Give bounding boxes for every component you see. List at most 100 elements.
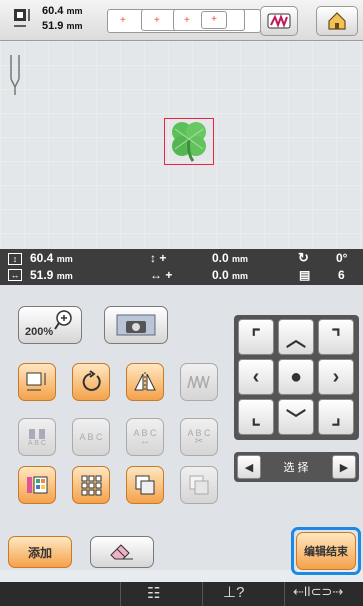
chevron-up-icon: ︿: [286, 328, 306, 351]
stitch-list-button[interactable]: ☷: [120, 582, 201, 606]
design-height-number: 51.9: [42, 20, 64, 32]
move-down-button[interactable]: ﹀: [278, 399, 314, 435]
rotate-button[interactable]: [72, 363, 110, 401]
mirror-flip-icon: [134, 372, 156, 392]
thread-count-icon: ▤: [299, 268, 311, 282]
triangle-right-icon: ▶: [339, 461, 349, 474]
design-info-bar: ↕ 60.4 mm ↔ 51.9 mm ↕ + 0.0 mm ↔ + 0.0 m…: [0, 249, 363, 285]
move-left-button[interactable]: ‹: [238, 359, 274, 395]
move-down-right-button[interactable]: ⌟: [318, 399, 354, 435]
vertical-offset-icon: ↕ +: [150, 251, 167, 265]
move-down-left-button[interactable]: ⌞: [238, 399, 274, 435]
color-palette-icon: [27, 476, 48, 494]
density-button: [180, 363, 218, 401]
array-button[interactable]: [72, 466, 110, 504]
chevron-left-icon: ‹: [252, 365, 260, 388]
triangle-left-icon: ◀: [244, 461, 254, 474]
needle-position-icon: [10, 55, 20, 95]
center-button[interactable]: ●: [278, 359, 314, 395]
spacing-arrow-icon: ↔: [140, 436, 150, 447]
scissors-icon: ✂: [194, 436, 204, 447]
embroidery-preview-area[interactable]: [0, 41, 363, 249]
end-edit-button[interactable]: 编辑结束: [296, 532, 356, 570]
move-up-button[interactable]: ︿: [278, 319, 314, 355]
move-right-button[interactable]: ›: [318, 359, 354, 395]
height-icon: ↕: [8, 253, 22, 265]
chevron-right-icon: ›: [332, 365, 340, 388]
design-width-unit: mm: [66, 6, 83, 16]
height-number: 60.4: [30, 251, 54, 265]
camera-scan-icon: [116, 314, 156, 336]
move-up-right-button[interactable]: ⌝: [318, 319, 354, 355]
frame-small-plus: +: [184, 15, 190, 26]
zoom-label: 200%: [25, 326, 54, 338]
frame-large-plus: +: [120, 15, 126, 26]
top-bar: 60.4 mm 51.9 mm + + + +: [0, 0, 363, 41]
embroidery-frame-selector[interactable]: + + + +: [107, 9, 261, 33]
thread-palette-button[interactable]: [18, 466, 56, 504]
chevron-down-icon: ﹀: [286, 408, 306, 431]
horizontal-offset-sign: +: [165, 268, 173, 282]
design-bounding-box[interactable]: [164, 118, 214, 165]
corner-down-left-icon: ⌞: [251, 406, 261, 429]
end-edit-label: 编辑结束: [304, 546, 348, 558]
thread-color-icon: [267, 13, 291, 29]
resize-button[interactable]: [18, 363, 56, 401]
design-width-value: 51.9 mm: [42, 20, 83, 32]
add-button[interactable]: 添加: [8, 536, 72, 568]
design-select-bar: ◀ 选 择 ▶: [234, 452, 359, 482]
width-icon: ↔: [8, 269, 22, 281]
four-leaf-clover-design: [172, 122, 206, 162]
select-previous-button[interactable]: ◀: [237, 455, 261, 479]
height-readout: 60.4 mm: [30, 251, 73, 265]
bottom-tool-bar: ☷ ⊥? ⇠ǀǀ⊂⊃⇢: [0, 582, 363, 606]
select-next-button[interactable]: ▶: [332, 455, 356, 479]
thread-count-readout: 6: [338, 268, 345, 282]
move-arrow-pad: ⌜ ︿ ⌝ ‹ ● › ⌞ ﹀ ⌟: [234, 315, 359, 440]
multi-color-text-label: A B C: [28, 439, 46, 447]
horizontal-offset-icon: ↔ +: [150, 268, 173, 282]
text-arc-button: A B C: [72, 418, 110, 456]
presser-foot-button[interactable]: ⇠ǀǀ⊂⊃⇢: [284, 582, 363, 606]
design-height-unit: mm: [66, 21, 83, 31]
rotation-readout: 0°: [336, 251, 348, 265]
group-button: [180, 466, 218, 504]
width-number: 51.9: [30, 268, 54, 282]
checklist-icon: ☷: [147, 585, 161, 602]
corner-up-left-icon: ⌜: [251, 326, 261, 349]
mirror-button[interactable]: [126, 363, 164, 401]
camera-button[interactable]: [104, 306, 168, 344]
presser-foot-icon: ⇠ǀǀ⊂⊃⇢: [293, 584, 344, 599]
rotation-icon: ↻: [298, 250, 309, 265]
help-button[interactable]: ⊥?: [202, 582, 283, 606]
horizontal-offset-number: 0.0: [212, 268, 229, 282]
vertical-offset-unit: mm: [232, 254, 249, 264]
corner-up-right-icon: ⌝: [331, 326, 341, 349]
design-height-value: 60.4 mm: [42, 5, 83, 17]
frame-mini-plus: +: [211, 14, 217, 25]
grid-array-icon: [81, 475, 102, 496]
corner-down-right-icon: ⌟: [331, 406, 341, 429]
design-size-icon: [14, 9, 30, 27]
height-unit: mm: [56, 254, 73, 264]
vertical-offset-readout: 0.0 mm: [212, 251, 248, 265]
frame-mini[interactable]: +: [201, 11, 227, 29]
color-change-button[interactable]: [260, 6, 298, 36]
zoom-button[interactable]: 200%: [18, 306, 82, 344]
home-icon: [328, 12, 346, 30]
text-edit-button: A B C ✂: [180, 418, 218, 456]
add-label: 添加: [27, 545, 52, 560]
multi-color-text-button: A B C: [18, 418, 56, 456]
eraser-icon: [110, 544, 133, 560]
duplicate-icon: [135, 475, 155, 495]
delete-button[interactable]: [90, 536, 154, 568]
rotate-icon: [82, 370, 101, 391]
resize-icon: [26, 372, 46, 391]
home-button[interactable]: [316, 6, 358, 36]
text-arc-label: A B C: [79, 432, 103, 442]
horizontal-offset-readout: 0.0 mm: [212, 268, 248, 282]
group-icon: [189, 475, 209, 495]
duplicate-button[interactable]: [126, 466, 164, 504]
horizontal-offset-unit: mm: [232, 271, 249, 281]
move-up-left-button[interactable]: ⌜: [238, 319, 274, 355]
